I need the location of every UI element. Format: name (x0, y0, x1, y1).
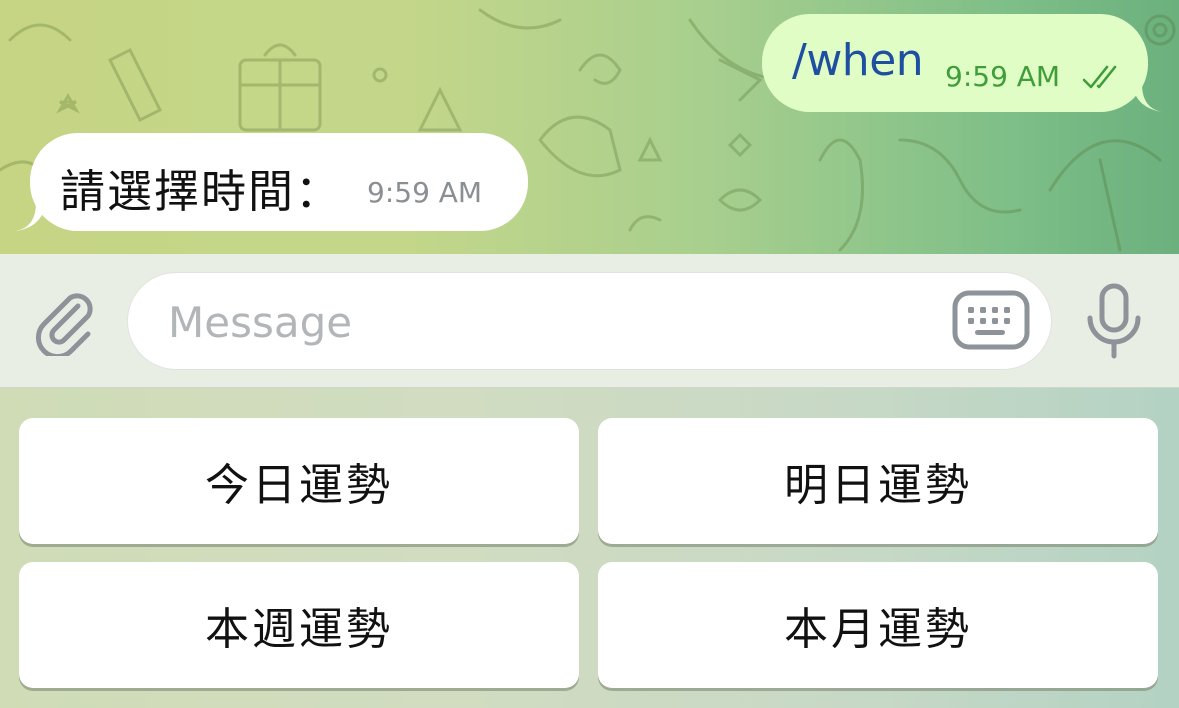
paperclip-icon[interactable] (28, 284, 100, 356)
reply-button-tomorrow[interactable]: 明日運勢 (598, 418, 1158, 544)
message-timestamp: 9:59 AM (367, 176, 483, 209)
message-input[interactable] (166, 273, 930, 371)
chat-area[interactable]: /when 9:59 AM 請選擇時間： 9:59 AM (0, 0, 1179, 254)
reply-button-today[interactable]: 今日運勢 (19, 418, 579, 544)
microphone-icon[interactable] (1082, 282, 1146, 360)
message-input-bar (0, 254, 1179, 388)
bubble-tail (16, 203, 46, 231)
command-link[interactable]: /when (792, 35, 924, 86)
keyboard-icon[interactable] (951, 289, 1031, 351)
bubble-tail (1132, 84, 1162, 112)
double-check-icon (1082, 65, 1117, 89)
reply-button-this-week[interactable]: 本週運勢 (19, 562, 579, 688)
message-field[interactable] (127, 272, 1052, 371)
incoming-message-bubble[interactable]: 請選擇時間： 9:59 AM (16, 133, 528, 231)
message-text: 請選擇時間： (60, 165, 343, 218)
outgoing-message-bubble[interactable]: /when 9:59 AM (762, 14, 1162, 112)
reply-keyboard: 今日運勢 明日運勢 本週運勢 本月運勢 (0, 388, 1179, 708)
message-timestamp: 9:59 AM (945, 60, 1061, 93)
reply-button-this-month[interactable]: 本月運勢 (598, 562, 1158, 688)
